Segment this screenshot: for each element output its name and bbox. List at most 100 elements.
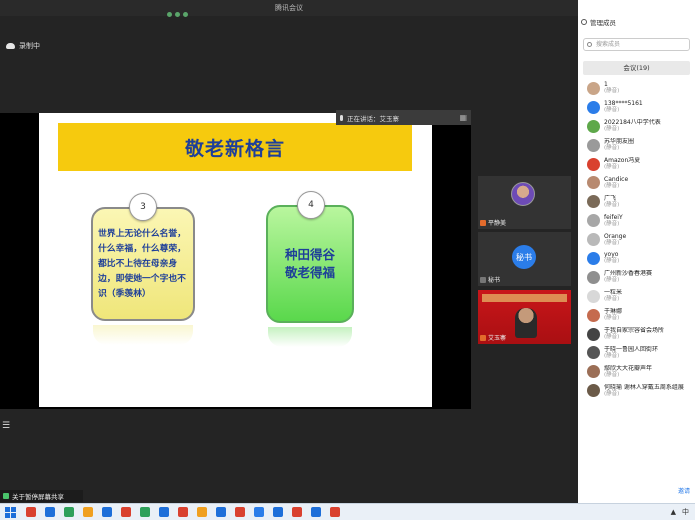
video-name: 平静美 — [488, 220, 507, 227]
taskbar-app-icon[interactable] — [64, 507, 74, 517]
taskbar-app-icon[interactable] — [102, 507, 112, 517]
video-tile[interactable]: 艾玉寨 — [478, 290, 571, 344]
video-tile[interactable]: 秘书 秘书 — [478, 232, 571, 286]
avatar — [587, 346, 600, 360]
cloud-record-icon — [6, 43, 15, 49]
screen-share-bar[interactable]: 关于暂停屏幕共享 — [0, 490, 83, 502]
taskbar-app-icon[interactable] — [273, 507, 283, 517]
taskbar-app-icon[interactable] — [45, 507, 55, 517]
taskbar-app-icon[interactable] — [83, 507, 93, 517]
list-item[interactable]: 苏华朋友圈 (静音) — [578, 136, 695, 155]
mic-tag-icon — [480, 334, 486, 341]
member-name: Candice — [604, 175, 629, 183]
input-method[interactable]: 中 — [682, 507, 689, 517]
list-item[interactable]: 广州新沙香春港赛 (静音) — [578, 268, 695, 287]
member-text: 鄢欣大大花瓣声年 (静音) — [604, 365, 652, 379]
quote-card-4-line2: 敬老得福 — [284, 265, 335, 280]
avatar — [587, 138, 600, 152]
avatar — [587, 157, 600, 171]
list-item[interactable]: Candice (静音) — [578, 173, 695, 192]
quote-card-4-text: 种田得谷 敬老得福 — [285, 246, 335, 282]
list-item[interactable]: feifeiY (静音) — [578, 211, 695, 230]
microphone-icon — [340, 114, 343, 121]
mic-tag-icon — [480, 276, 486, 283]
host-tag-icon — [480, 219, 486, 226]
list-item[interactable]: 广飞 (静音) — [578, 192, 695, 211]
member-text: 苏华朋友圈 (静音) — [604, 138, 634, 152]
avatar — [587, 233, 600, 247]
list-item[interactable]: 138****5161 (静音) — [578, 98, 695, 117]
banner-backdrop — [482, 294, 567, 302]
quote-card-3: 世界上无论什么名誉，什么幸福，什么尊荣，都比不上待在母亲身边，即使她一个字也不识… — [91, 207, 195, 321]
avatar — [587, 251, 600, 265]
list-item[interactable]: 于琳娜 (静音) — [578, 306, 695, 325]
video-tile[interactable]: 平静美 — [478, 176, 571, 229]
member-text: 何晓瑜 谢林人穿戴五周系组展 (静音) — [604, 384, 684, 398]
list-item[interactable]: Orange (静音) — [578, 230, 695, 249]
taskbar-app-icon[interactable] — [235, 507, 245, 517]
quote-card-4-line1: 种田得谷 — [284, 247, 335, 262]
members-panel: 管理成员 搜索成员 会议(19) 1 (静音) 138****5161 (静音) 202… — [578, 0, 695, 503]
list-item[interactable]: yoyo (静音) — [578, 249, 695, 268]
taskbar-app-icon[interactable] — [159, 507, 169, 517]
taskbar-app-icon[interactable] — [178, 507, 188, 517]
list-item[interactable]: 于我自家宗容省会场所 (静音) — [578, 325, 695, 344]
member-status: (静音) — [604, 126, 620, 133]
taskbar-app-icon[interactable] — [216, 507, 226, 517]
recording-indicator[interactable]: 录制中 — [6, 40, 40, 52]
member-text: 于晓一鲁园人回街环 (静音) — [604, 346, 658, 360]
member-status: (静音) — [604, 371, 620, 378]
list-item[interactable]: 鄢欣大大花瓣声年 (静音) — [578, 362, 695, 381]
avatar — [587, 327, 600, 341]
invite-button[interactable]: 邀请 — [650, 486, 690, 495]
member-text: 2022184八中学代表 (静音) — [604, 119, 661, 133]
grid-view-icon[interactable]: ▦ — [459, 113, 467, 122]
taskbar-app-icon[interactable] — [292, 507, 302, 517]
member-status: (静音) — [604, 258, 620, 265]
list-item[interactable]: 于晓一鲁园人回街环 (静音) — [578, 343, 695, 362]
windows-start-icon[interactable] — [3, 505, 17, 519]
list-item[interactable]: 一粒米 (静音) — [578, 287, 695, 306]
taskbar-app-icon[interactable] — [311, 507, 321, 517]
member-text: feifeiY (静音) — [604, 214, 623, 228]
speaking-indicator: 正在讲话：艾玉寨 ▦ — [336, 110, 471, 125]
quote-card-3-text: 世界上无论什么名誉，什么幸福，什么尊荣，都比不上待在母亲身边，即使她一个字也不识… — [98, 228, 186, 299]
avatar: 秘书 — [512, 245, 536, 269]
wifi-icon: ▲ — [670, 508, 676, 516]
list-item[interactable]: 2022184八中学代表 (静音) — [578, 117, 695, 136]
member-text: 于琳娜 (静音) — [604, 308, 622, 322]
member-name: 何晓瑜 谢林人穿戴五周系组展 — [604, 383, 684, 391]
card-reflection — [93, 325, 193, 345]
member-search-input[interactable]: 搜索成员 — [583, 38, 690, 51]
video-tile-label: 平静美 — [480, 218, 506, 227]
member-name: 广飞 — [604, 194, 617, 202]
taskbar-app-icon[interactable] — [254, 507, 264, 517]
taskbar-app-icon[interactable] — [197, 507, 207, 517]
system-tray[interactable]: ▲ 中 — [671, 507, 689, 517]
menu-icon[interactable]: ☰ — [2, 421, 18, 435]
panel-header: 管理成员 — [578, 17, 695, 27]
tab-meeting-members[interactable]: 会议(19) — [583, 61, 690, 75]
list-item[interactable]: 1 (静音) — [578, 79, 695, 98]
speaking-label: 正在讲话：艾玉寨 — [347, 114, 399, 123]
avatar — [587, 214, 600, 228]
avatar — [587, 289, 600, 303]
avatar — [587, 195, 600, 209]
avatar — [587, 81, 600, 95]
taskbar-app-icon[interactable] — [26, 507, 36, 517]
taskbar-app-icon[interactable] — [121, 507, 131, 517]
taskbar-app-icon[interactable] — [140, 507, 150, 517]
avatar — [511, 182, 535, 206]
avatar — [587, 308, 600, 322]
panel-header-title: 管理成员 — [590, 19, 616, 27]
list-item[interactable]: Amazon冯夏 (静音) — [578, 155, 695, 174]
avatar — [587, 365, 600, 379]
member-status: (静音) — [604, 277, 620, 284]
avatar — [587, 270, 600, 284]
members-icon — [581, 19, 587, 25]
avatar — [587, 119, 600, 133]
list-item[interactable]: 何晓瑜 谢林人穿戴五周系组展 (静音) — [578, 381, 695, 400]
member-status: (静音) — [604, 334, 620, 341]
taskbar-app-icon[interactable] — [330, 507, 340, 517]
member-status: (静音) — [604, 296, 620, 303]
